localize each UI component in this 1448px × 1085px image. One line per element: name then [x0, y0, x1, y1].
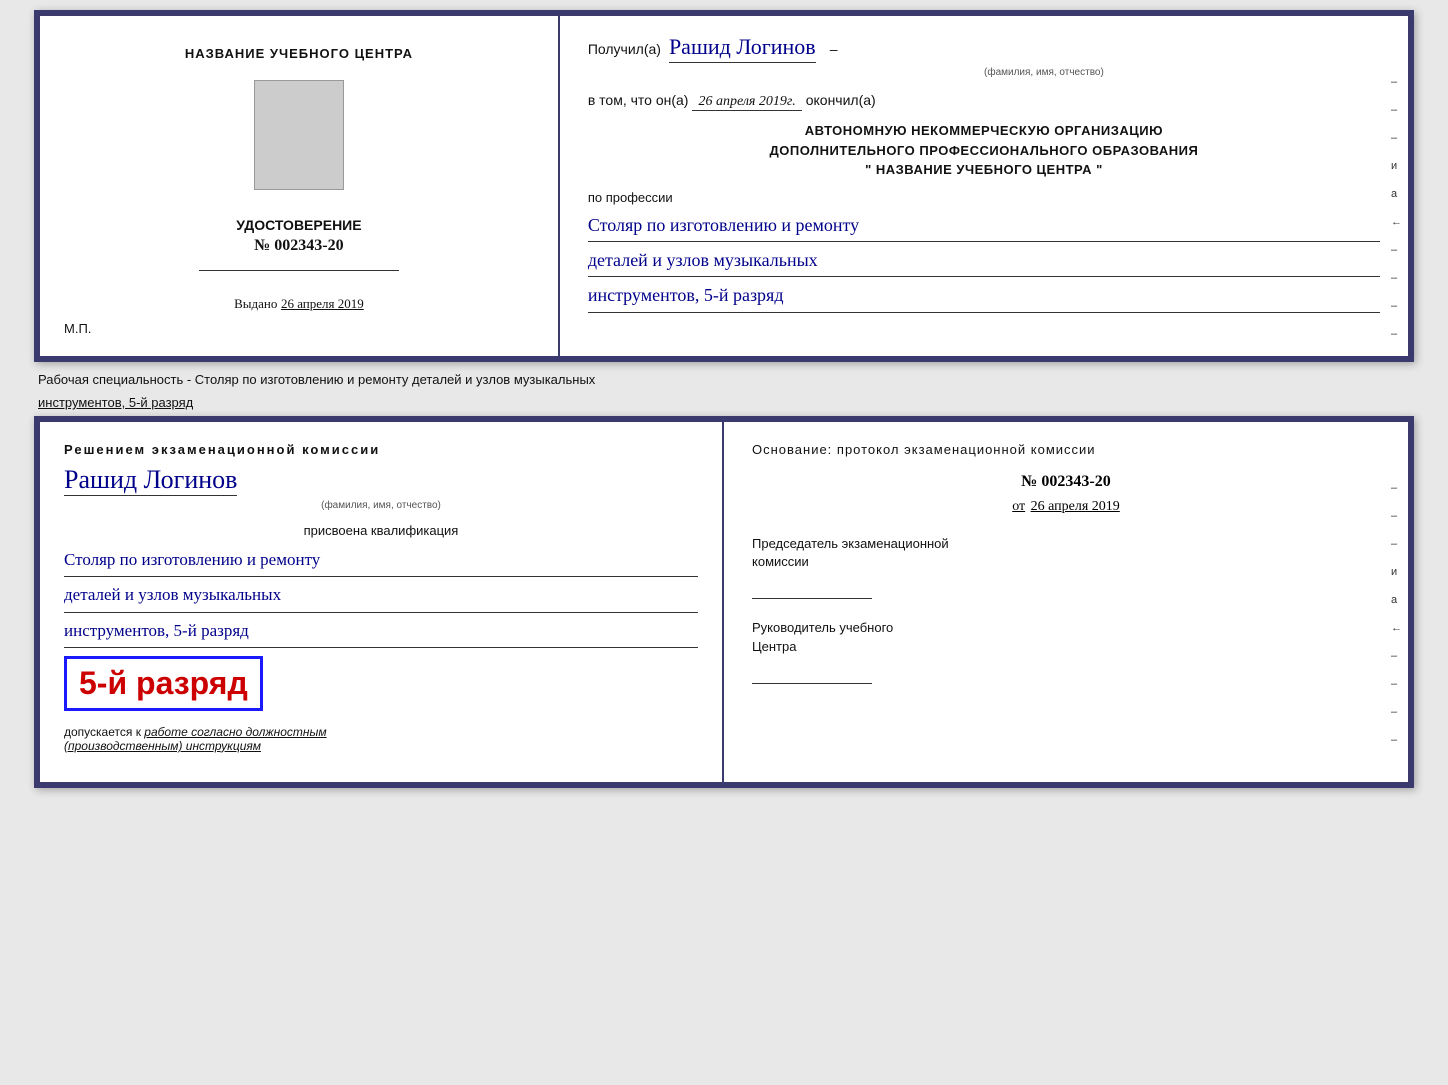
qualification-text: Столяр по изготовлению и ремонту деталей… — [64, 544, 698, 648]
cert-number-top: № 002343-20 — [236, 237, 361, 255]
допускается-text: работе согласно должностным — [144, 725, 326, 739]
cert-title-block: УДОСТОВЕРЕНИЕ № 002343-20 — [236, 209, 361, 255]
issued-date: 26 апреля 2019 — [281, 296, 364, 311]
photo-placeholder — [254, 80, 344, 190]
basis-label: Основание: протокол экзаменационной коми… — [752, 442, 1380, 457]
chairman-text1: Председатель экзаменационной — [752, 536, 949, 551]
profession-label: по профессии — [588, 190, 1380, 205]
head-signature-line — [752, 660, 872, 684]
top-card-left: НАЗВАНИЕ УЧЕБНОГО ЦЕНТРА УДОСТОВЕРЕНИЕ №… — [40, 16, 560, 356]
side-marks-bottom: – – – и а ← – – – – — [1391, 482, 1402, 746]
chairman-text2: комиссии — [752, 554, 809, 569]
top-card-right: Получил(а) Рашид Логинов – (фамилия, имя… — [560, 16, 1408, 356]
date-suffix: окончил(а) — [806, 92, 876, 108]
profession-line1: Столяр по изготовлению и ремонту — [588, 209, 1380, 242]
issued-label: Выдано — [234, 296, 277, 311]
chairman-signature-line — [752, 575, 872, 599]
divider-line — [199, 270, 399, 271]
date-line: в том, что он(а) 26 апреля 2019г. окончи… — [588, 92, 1380, 111]
person-name-bottom: Рашид Логинов — [64, 465, 237, 496]
bottom-card-left: Решением экзаменационной комиссии Рашид … — [40, 422, 724, 782]
qualification-label: присвоена квалификация — [64, 523, 698, 538]
head-text1: Руководитель учебного — [752, 620, 893, 635]
top-certificate-card: НАЗВАНИЕ УЧЕБНОГО ЦЕНТРА УДОСТОВЕРЕНИЕ №… — [34, 10, 1414, 362]
date-value: 26 апреля 2019г. — [692, 94, 801, 111]
допускается-label: допускается к — [64, 725, 141, 739]
decision-title: Решением экзаменационной комиссии — [64, 442, 698, 457]
profession-line3: инструментов, 5-й разряд — [588, 279, 1380, 312]
org-name-top: НАЗВАНИЕ УЧЕБНОГО ЦЕНТРА — [185, 46, 413, 61]
profession-line2: деталей и узлов музыкальных — [588, 244, 1380, 277]
person-block: Рашид Логинов (фамилия, имя, отчество) — [64, 465, 698, 511]
from-date-value: 26 апреля 2019 — [1031, 499, 1120, 514]
mp-label: М.П. — [64, 321, 91, 336]
fio-label-top: (фамилия, имя, отчество) — [708, 67, 1380, 78]
chairman-label: Председатель экзаменационной комиссии — [752, 535, 1380, 571]
received-label: Получил(а) — [588, 41, 661, 57]
rank-text: 5-й разряд — [79, 665, 248, 702]
fio-label-bottom: (фамилия, имя, отчество) — [64, 500, 698, 511]
bottom-certificate-card: Решением экзаменационной комиссии Рашид … — [34, 416, 1414, 788]
rank-highlight-box: 5-й разряд — [64, 656, 263, 711]
specialty-label-line1: Рабочая специальность - Столяр по изгото… — [34, 370, 1414, 389]
cert-title: УДОСТОВЕРЕНИЕ — [236, 217, 361, 233]
specialty-text2: инструментов, 5-й разряд — [38, 395, 193, 410]
допускается-line: допускается к работе согласно должностны… — [64, 725, 698, 753]
qual-line3: инструментов, 5-й разряд — [64, 615, 698, 648]
specialty-text1: Рабочая специальность - Столяр по изгото… — [38, 372, 595, 387]
profession-text: Столяр по изготовлению и ремонту деталей… — [588, 209, 1380, 313]
recipient-line: Получил(а) Рашид Логинов – — [588, 34, 1380, 63]
head-label: Руководитель учебного Центра — [752, 619, 1380, 655]
org-block: АВТОНОМНУЮ НЕКОММЕРЧЕСКУЮ ОРГАНИЗАЦИЮ ДО… — [588, 121, 1380, 180]
head-text2: Центра — [752, 639, 796, 654]
date-prefix: в том, что он(а) — [588, 92, 689, 108]
bottom-certificate-section: Решением экзаменационной комиссии Рашид … — [10, 416, 1438, 788]
protocol-number: № 002343-20 — [752, 473, 1380, 491]
org-line3: " НАЗВАНИЕ УЧЕБНОГО ЦЕНТРА " — [588, 160, 1380, 180]
bottom-card-right: Основание: протокол экзаменационной коми… — [724, 422, 1408, 782]
top-certificate-section: НАЗВАНИЕ УЧЕБНОГО ЦЕНТРА УДОСТОВЕРЕНИЕ №… — [10, 10, 1438, 362]
qual-line1: Столяр по изготовлению и ремонту — [64, 544, 698, 577]
issued-line: Выдано 26 апреля 2019 — [234, 296, 364, 312]
org-line2: ДОПОЛНИТЕЛЬНОГО ПРОФЕССИОНАЛЬНОГО ОБРАЗО… — [588, 141, 1380, 161]
recipient-name-top: Рашид Логинов — [669, 34, 816, 63]
from-label: от — [1012, 499, 1025, 514]
side-marks-top: – – – и а ← – – – – — [1391, 76, 1402, 340]
qual-line2: деталей и узлов музыкальных — [64, 579, 698, 612]
допускается-text2: (производственным) инструкциям — [64, 739, 261, 753]
org-line1: АВТОНОМНУЮ НЕКОММЕРЧЕСКУЮ ОРГАНИЗАЦИЮ — [588, 121, 1380, 141]
specialty-label-line2: инструментов, 5-й разряд — [34, 393, 1414, 412]
from-date-line: от 26 апреля 2019 — [752, 499, 1380, 515]
